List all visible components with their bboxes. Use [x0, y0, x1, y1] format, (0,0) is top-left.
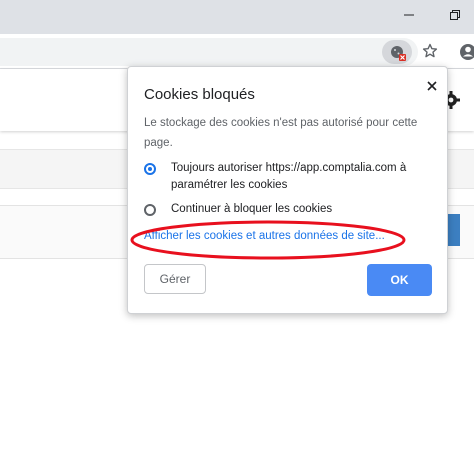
radio-keep-blocking[interactable]: Continuer à bloquer les cookies — [144, 201, 431, 218]
ok-button[interactable]: OK — [367, 264, 432, 296]
page-action-button[interactable] — [446, 214, 460, 246]
cookie-blocked-icon[interactable] — [382, 40, 412, 64]
star-icon[interactable] — [418, 38, 442, 64]
bubble-title: Cookies bloqués — [144, 86, 255, 103]
radio-button-unchecked[interactable] — [144, 204, 156, 216]
minimize-icon[interactable] — [386, 0, 432, 30]
radio-block-label: Continuer à bloquer les cookies — [171, 203, 333, 215]
omnibox[interactable] — [0, 38, 418, 66]
radio-allow-label: Toujours autoriser https://app.comptalia… — [171, 162, 407, 191]
cookies-blocked-bubble: Cookies bloqués Le stockage des cookies … — [127, 66, 448, 314]
manage-button[interactable]: Gérer — [144, 264, 206, 294]
restore-icon[interactable] — [432, 0, 474, 30]
site-data-details-link[interactable]: Afficher les cookies et autres données d… — [144, 230, 385, 242]
browser-titlebar — [0, 0, 474, 34]
radio-button-checked[interactable] — [144, 163, 156, 175]
close-icon[interactable] — [421, 75, 443, 97]
profile-icon[interactable] — [458, 40, 474, 64]
bubble-description: Le stockage des cookies n'est pas autori… — [144, 117, 418, 149]
radio-allow-cookies[interactable]: Toujours autoriser https://app.comptalia… — [144, 160, 431, 194]
